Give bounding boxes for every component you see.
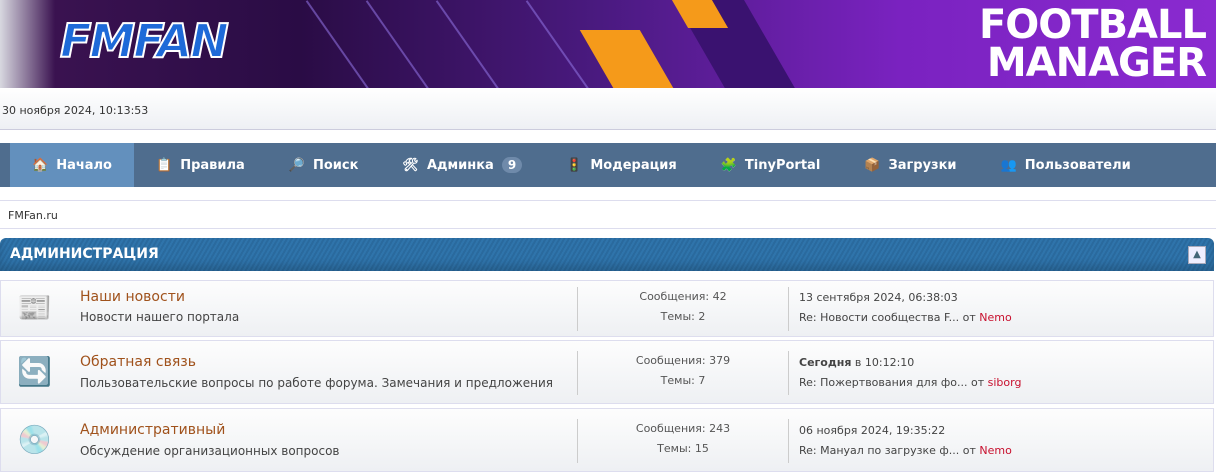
board-description: Обсуждение организационных вопросов <box>80 444 340 458</box>
football-manager-logo: FOOTBALL MANAGER <box>978 2 1207 86</box>
posts-count: Сообщения: 379 <box>635 354 731 367</box>
last-post-user-link[interactable]: Nemo <box>979 444 1011 457</box>
nav-rules[interactable]: 📋 Правила <box>134 143 267 187</box>
nav-label: Пользователи <box>1024 157 1131 173</box>
board-description: Новости нашего портала <box>80 310 240 324</box>
nav-downloads[interactable]: 📦 Загрузки <box>842 143 978 187</box>
last-post: 06 ноября 2024, 19:35:22 Re: Мануал по за… <box>799 421 1012 461</box>
users-icon: 👥 <box>1000 157 1017 173</box>
banner-shape <box>579 30 681 88</box>
nav-tinyportal[interactable]: 🧩 TinyPortal <box>699 143 843 187</box>
nav-label: Загрузки <box>888 157 957 173</box>
nav-label: Начало <box>56 157 112 173</box>
last-post-date: в 10:12:10 <box>854 356 915 369</box>
board-admin-icon: 💿 <box>17 423 52 456</box>
by-label: от <box>962 311 976 324</box>
topics-count: Темы: 7 <box>660 374 706 387</box>
nav-label: Модерация <box>590 157 677 173</box>
board-description: Пользовательские вопросы по работе форум… <box>80 376 554 390</box>
last-post-date: 13 сентября 2024, 06:38:03 <box>799 291 958 304</box>
topics-count: Темы: 2 <box>660 310 706 323</box>
last-post: Сегодня в 10:12:10 Re: Пожертвования для … <box>799 353 1021 393</box>
board-stats: Сообщения: 243 Темы: 15 <box>577 419 789 463</box>
by-label: от <box>962 444 976 457</box>
fmfan-logo[interactable]: FMFAN <box>59 13 230 69</box>
logo-line: MANAGER <box>986 40 1207 86</box>
last-post-today: Сегодня <box>799 356 852 369</box>
board-stats: Сообщения: 379 Темы: 7 <box>577 351 789 395</box>
clipboard-icon: 📋 <box>156 157 173 173</box>
board-row: 💿 Административный Обсуждение организаци… <box>0 408 1214 472</box>
board-stats: Сообщения: 42 Темы: 2 <box>577 287 789 331</box>
category-title[interactable]: АДМИНИСТРАЦИЯ <box>10 246 159 262</box>
last-post-topic-link[interactable]: Re: Пожертвования для фо... <box>799 376 967 389</box>
nav-label: TinyPortal <box>744 157 821 173</box>
nav-admin[interactable]: 🛠 Админка 9 <box>380 143 544 187</box>
nav-label: Правила <box>180 157 245 173</box>
search-icon: 🔎 <box>288 157 305 173</box>
tools-icon: 🛠 <box>402 157 419 173</box>
main-nav: 🏠 Начало 📋 Правила 🔎 Поиск 🛠 Админка 9 🚦 Модер… <box>0 143 1216 187</box>
nav-label: Поиск <box>312 157 359 173</box>
collapse-category-button[interactable]: ▲ <box>1188 246 1206 264</box>
box-icon: 📦 <box>864 157 881 173</box>
nav-moderation[interactable]: 🚦 Модерация <box>544 143 699 187</box>
board-name-link[interactable]: Обратная связь <box>80 354 196 370</box>
nav-users[interactable]: 👥 Пользователи <box>979 143 1153 187</box>
logo-line: FOOTBALL <box>978 2 1207 48</box>
banner-stripe <box>435 0 507 88</box>
category-header: АДМИНИСТРАЦИЯ ▲ <box>0 238 1214 271</box>
board-name-link[interactable]: Наши новости <box>80 289 185 305</box>
board-name-link[interactable]: Административный <box>80 422 225 438</box>
site-banner[interactable]: FMFAN FOOTBALL MANAGER <box>0 0 1216 88</box>
blocks-icon: 🧩 <box>720 157 737 173</box>
nav-search[interactable]: 🔎 Поиск <box>267 143 381 187</box>
last-post-date: 06 ноября 2024, 19:35:22 <box>799 424 946 437</box>
current-datetime: 30 ноября 2024, 10:13:53 <box>0 88 1216 130</box>
breadcrumb: FMFan.ru <box>0 200 1216 229</box>
posts-count: Сообщения: 243 <box>635 422 731 435</box>
board-row: 📰 Наши новости Новости нашего портала Со… <box>0 280 1214 337</box>
board-news-icon: 📰 <box>17 291 52 324</box>
breadcrumb-home-link[interactable]: FMFan.ru <box>8 209 58 222</box>
home-icon: 🏠 <box>32 157 49 173</box>
banner-stripe <box>305 0 377 88</box>
nav-home[interactable]: 🏠 Начало <box>10 143 134 187</box>
traffic-light-icon: 🚦 <box>566 157 583 173</box>
nav-label: Админка <box>426 157 494 173</box>
admin-count-badge: 9 <box>501 157 523 173</box>
posts-count: Сообщения: 42 <box>639 290 727 303</box>
last-post-user-link[interactable]: Nemo <box>979 311 1011 324</box>
banner-stripe <box>525 0 597 88</box>
last-post-user-link[interactable]: siborg <box>988 376 1022 389</box>
last-post-topic-link[interactable]: Re: Мануал по загрузке ф... <box>799 444 959 457</box>
board-feedback-icon: 🔄 <box>17 355 52 388</box>
by-label: от <box>970 376 985 389</box>
topics-count: Темы: 15 <box>657 442 709 455</box>
last-post: 13 сентября 2024, 06:38:03 Re: Новости со… <box>799 288 1012 328</box>
chevron-up-icon: ▲ <box>1193 249 1201 260</box>
board-row: 🔄 Обратная связь Пользовательские вопрос… <box>0 340 1214 404</box>
banner-stripe <box>365 0 437 88</box>
last-post-topic-link[interactable]: Re: Новости сообщества F... <box>799 311 959 324</box>
